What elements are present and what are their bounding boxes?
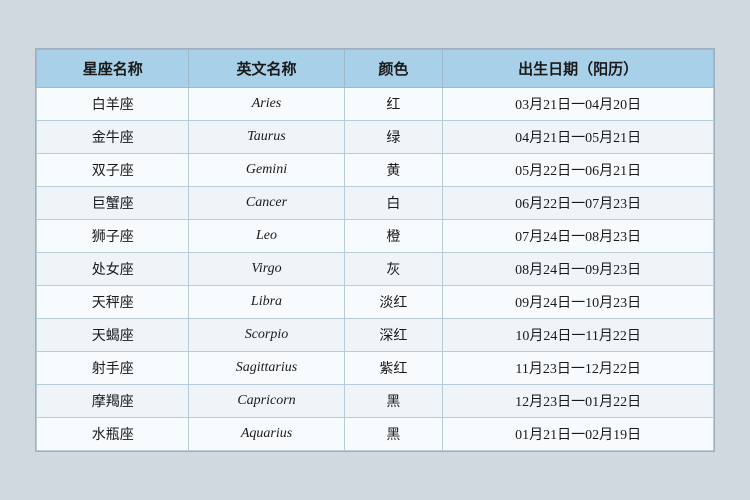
cell-english-name: Aries <box>189 88 344 121</box>
cell-dates: 05月22日一06月21日 <box>443 154 714 187</box>
cell-english-name: Taurus <box>189 121 344 154</box>
cell-chinese-name: 处女座 <box>37 253 189 286</box>
zodiac-table-container: 星座名称 英文名称 颜色 出生日期（阳历） 白羊座Aries红03月21日一04… <box>35 48 715 452</box>
table-row: 金牛座Taurus绿04月21日一05月21日 <box>37 121 714 154</box>
cell-dates: 04月21日一05月21日 <box>443 121 714 154</box>
cell-chinese-name: 天秤座 <box>37 286 189 319</box>
cell-dates: 10月24日一11月22日 <box>443 319 714 352</box>
cell-english-name: Aquarius <box>189 418 344 451</box>
cell-chinese-name: 天蝎座 <box>37 319 189 352</box>
cell-chinese-name: 摩羯座 <box>37 385 189 418</box>
header-chinese-name: 星座名称 <box>37 50 189 88</box>
table-row: 射手座Sagittarius紫红11月23日一12月22日 <box>37 352 714 385</box>
table-row: 处女座Virgo灰08月24日一09月23日 <box>37 253 714 286</box>
cell-color: 橙 <box>344 220 443 253</box>
cell-english-name: Capricorn <box>189 385 344 418</box>
cell-dates: 09月24日一10月23日 <box>443 286 714 319</box>
cell-dates: 01月21日一02月19日 <box>443 418 714 451</box>
zodiac-table: 星座名称 英文名称 颜色 出生日期（阳历） 白羊座Aries红03月21日一04… <box>36 49 714 451</box>
cell-color: 白 <box>344 187 443 220</box>
cell-english-name: Scorpio <box>189 319 344 352</box>
cell-english-name: Leo <box>189 220 344 253</box>
cell-color: 深红 <box>344 319 443 352</box>
cell-chinese-name: 白羊座 <box>37 88 189 121</box>
cell-color: 紫红 <box>344 352 443 385</box>
cell-color: 绿 <box>344 121 443 154</box>
table-header-row: 星座名称 英文名称 颜色 出生日期（阳历） <box>37 50 714 88</box>
header-dates: 出生日期（阳历） <box>443 50 714 88</box>
cell-dates: 07月24日一08月23日 <box>443 220 714 253</box>
cell-dates: 03月21日一04月20日 <box>443 88 714 121</box>
table-body: 白羊座Aries红03月21日一04月20日金牛座Taurus绿04月21日一0… <box>37 88 714 451</box>
cell-english-name: Cancer <box>189 187 344 220</box>
cell-chinese-name: 巨蟹座 <box>37 187 189 220</box>
cell-chinese-name: 双子座 <box>37 154 189 187</box>
cell-color: 黑 <box>344 418 443 451</box>
cell-english-name: Gemini <box>189 154 344 187</box>
header-color: 颜色 <box>344 50 443 88</box>
cell-chinese-name: 狮子座 <box>37 220 189 253</box>
cell-english-name: Sagittarius <box>189 352 344 385</box>
cell-color: 灰 <box>344 253 443 286</box>
cell-dates: 11月23日一12月22日 <box>443 352 714 385</box>
cell-color: 黄 <box>344 154 443 187</box>
cell-chinese-name: 射手座 <box>37 352 189 385</box>
cell-english-name: Libra <box>189 286 344 319</box>
cell-english-name: Virgo <box>189 253 344 286</box>
table-row: 白羊座Aries红03月21日一04月20日 <box>37 88 714 121</box>
cell-color: 红 <box>344 88 443 121</box>
cell-color: 淡红 <box>344 286 443 319</box>
cell-dates: 08月24日一09月23日 <box>443 253 714 286</box>
table-row: 天蝎座Scorpio深红10月24日一11月22日 <box>37 319 714 352</box>
header-english-name: 英文名称 <box>189 50 344 88</box>
table-row: 巨蟹座Cancer白06月22日一07月23日 <box>37 187 714 220</box>
cell-chinese-name: 水瓶座 <box>37 418 189 451</box>
cell-color: 黑 <box>344 385 443 418</box>
cell-dates: 12月23日一01月22日 <box>443 385 714 418</box>
table-row: 水瓶座Aquarius黑01月21日一02月19日 <box>37 418 714 451</box>
cell-chinese-name: 金牛座 <box>37 121 189 154</box>
table-row: 狮子座Leo橙07月24日一08月23日 <box>37 220 714 253</box>
table-row: 双子座Gemini黄05月22日一06月21日 <box>37 154 714 187</box>
table-row: 摩羯座Capricorn黑12月23日一01月22日 <box>37 385 714 418</box>
cell-dates: 06月22日一07月23日 <box>443 187 714 220</box>
table-row: 天秤座Libra淡红09月24日一10月23日 <box>37 286 714 319</box>
